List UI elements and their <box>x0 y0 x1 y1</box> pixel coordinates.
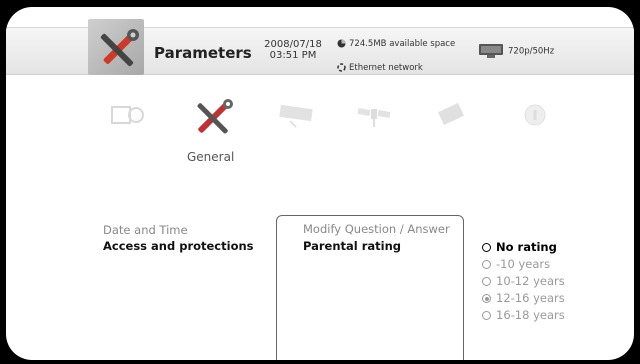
video-mode: 720p/50Hz <box>478 43 554 59</box>
video-mode-text: 720p/50Hz <box>508 46 555 57</box>
rating-option-no-rating[interactable]: No rating <box>482 239 565 256</box>
tools-icon <box>100 29 139 67</box>
submenu-item-parental-rating[interactable]: Parental rating <box>303 239 401 253</box>
radio-icon <box>482 311 491 320</box>
time-text: 03:51 PM <box>269 50 317 61</box>
satellite-icon[interactable] <box>356 101 392 129</box>
disk-icon <box>337 39 346 48</box>
rating-option-label: No rating <box>496 240 557 254</box>
receiver-icon[interactable] <box>276 101 316 129</box>
disk-space-text: 724.5MB available space <box>349 39 456 49</box>
network-icon <box>337 63 346 72</box>
rating-option-12-16[interactable]: 12-16 years <box>482 290 565 307</box>
datetime: 2008/07/18 03:51 PM <box>258 39 328 61</box>
rating-option-under-10[interactable]: -10 years <box>482 256 565 273</box>
tv-icon <box>479 44 503 58</box>
disk-space: 724.5MB available space <box>337 39 455 49</box>
tv-settings-icon[interactable] <box>110 101 146 129</box>
settings-menu: Date and Time Access and protections <box>103 222 254 254</box>
rating-option-label: 10-12 years <box>496 274 565 288</box>
date-text: 2008/07/18 <box>264 39 322 50</box>
network-status: Ethernet network <box>337 63 423 73</box>
rating-option-label: 12-16 years <box>496 291 565 305</box>
rating-option-10-12[interactable]: 10-12 years <box>482 273 565 290</box>
page-title: Parameters <box>154 44 252 62</box>
rating-option-16-18[interactable]: 16-18 years <box>482 307 565 324</box>
rating-option-label: 16-18 years <box>496 308 565 322</box>
radio-checked-icon <box>482 294 491 303</box>
info-icon[interactable] <box>522 101 548 129</box>
tools-icon[interactable] <box>188 95 238 141</box>
radio-icon <box>482 243 491 252</box>
radio-icon <box>482 260 491 269</box>
menu-item-date-time[interactable]: Date and Time <box>103 222 254 238</box>
radio-icon <box>482 277 491 286</box>
rating-options: No rating -10 years 10-12 years 12-16 ye… <box>482 239 565 324</box>
submenu-panel: Modify Question / Answer Parental rating <box>276 215 464 360</box>
network-text: Ethernet network <box>349 63 423 73</box>
menu-item-access-protections[interactable]: Access and protections <box>103 238 254 254</box>
category-label: General <box>187 150 235 164</box>
submenu-item-modify-question[interactable]: Modify Question / Answer <box>303 222 450 236</box>
rating-option-label: -10 years <box>496 257 551 271</box>
chip-icon[interactable] <box>434 101 470 129</box>
screen: Parameters 2008/07/18 03:51 PM 724.5MB a… <box>6 7 634 360</box>
